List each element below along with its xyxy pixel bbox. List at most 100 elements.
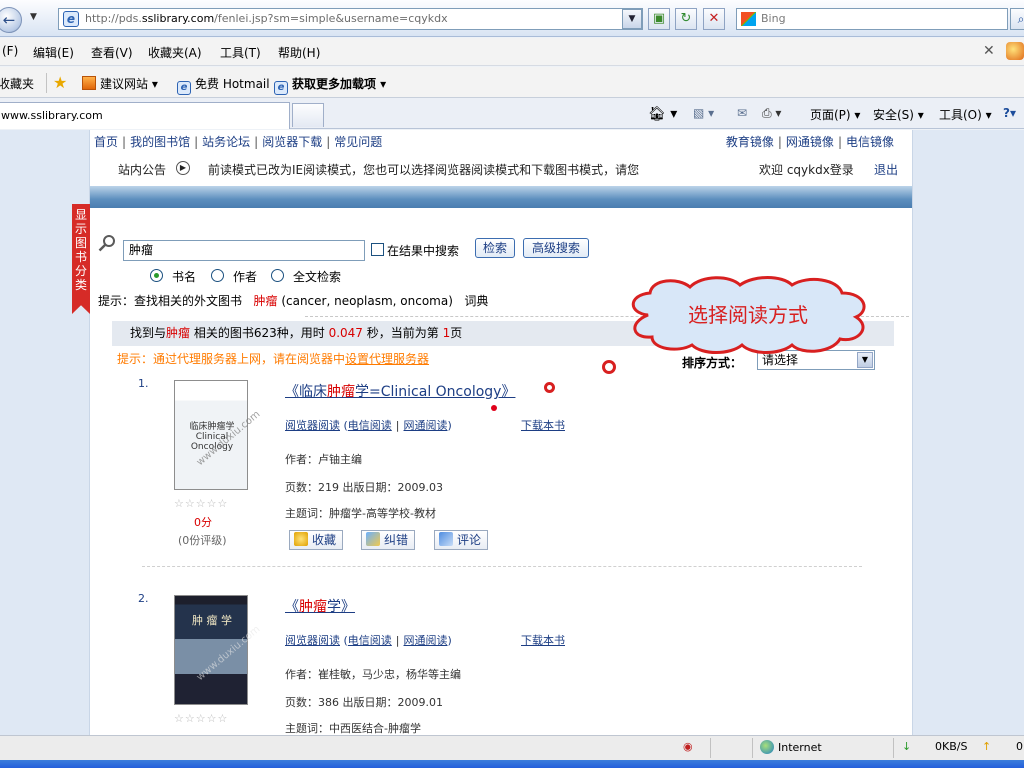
download-link[interactable]: 下载本书: [521, 632, 565, 648]
menu-tools[interactable]: 工具(T): [220, 44, 261, 61]
proxy-settings-link[interactable]: 设置代理服务器: [345, 352, 429, 366]
favorite-button[interactable]: 收藏: [289, 530, 344, 550]
tab-sslibrary[interactable]: www.sslibrary.com: [0, 102, 290, 129]
title-text: 学=Clinical Oncology》: [355, 384, 516, 400]
address-toolbar: ← ▼ e http://pds.sslibrary.com/fenlei.js…: [0, 0, 1024, 37]
favorite-suggested-label: 建议网站 ▾: [100, 77, 158, 91]
favorite-addons-label: 获取更多加载项 ▾: [292, 77, 387, 91]
read-viewer-link[interactable]: 阅览器阅读: [285, 634, 340, 647]
logout-link[interactable]: 退出: [874, 161, 898, 178]
compatibility-icon[interactable]: ▣: [648, 8, 670, 30]
nav-forum[interactable]: 站务论坛: [202, 135, 250, 149]
radio-author-label: 作者: [233, 270, 258, 284]
read-telecom-link[interactable]: 电信阅读: [348, 419, 392, 432]
search-button[interactable]: 检索: [475, 238, 515, 258]
menu-edit[interactable]: 编辑(E): [33, 44, 74, 61]
menu-help[interactable]: 帮助(H): [278, 44, 320, 61]
new-tab-button[interactable]: [292, 103, 324, 127]
toolbar-extension-icon[interactable]: [1006, 42, 1024, 60]
welcome-text: 欢迎 cqykdx登录: [759, 163, 854, 177]
book-cover[interactable]: 肿 瘤 学 www.duxiu.com: [174, 595, 262, 705]
keyword-input[interactable]: 肿瘤: [123, 240, 365, 261]
search-box[interactable]: Bing: [736, 8, 1008, 30]
mail-icon[interactable]: ✉: [737, 106, 747, 120]
comment-button[interactable]: 评论: [434, 530, 489, 550]
divider: [752, 738, 753, 758]
download-speed: 0KB/S: [935, 740, 968, 753]
result-number: 1.: [138, 377, 149, 390]
globe-icon: [760, 740, 774, 754]
back-button[interactable]: ←: [0, 7, 22, 33]
security-zone[interactable]: Internet: [760, 740, 822, 754]
menu-favorites[interactable]: 收藏夹(A): [148, 44, 202, 61]
radio-author[interactable]: [211, 269, 224, 282]
close-icon[interactable]: ✕: [983, 43, 995, 59]
nav-my-library[interactable]: 我的图书馆: [130, 135, 190, 149]
privacy-icon[interactable]: ◉: [683, 740, 693, 753]
play-arrow-icon[interactable]: ▶: [176, 161, 190, 175]
address-field[interactable]: e http://pds.sslibrary.com/fenlei.jsp?sm…: [58, 8, 643, 30]
tools-menu[interactable]: 工具(O) ▾: [939, 106, 992, 123]
menu-file[interactable]: (F): [2, 44, 18, 58]
menu-view[interactable]: 查看(V): [91, 44, 133, 61]
book-title-link[interactable]: 《肿瘤学》: [285, 596, 355, 616]
title-text: 《临床: [285, 384, 327, 400]
home-icon[interactable]: 🏠︎ ▾: [648, 106, 677, 122]
search-go-button[interactable]: ⌕: [1010, 8, 1024, 30]
page-menu[interactable]: 页面(P) ▾: [810, 106, 860, 123]
mirror-telecom[interactable]: 电信镜像: [846, 135, 894, 149]
read-links: 阅览器阅读 (电信阅读 | 网通阅读) 下载本书: [285, 634, 565, 647]
search-within-checkbox[interactable]: [371, 243, 384, 256]
feeds-icon[interactable]: ▧ ▾: [693, 106, 714, 120]
book-cover[interactable]: 临床肿瘤学 Clinical Oncology www.duxiu.com: [174, 380, 262, 490]
favorites-label[interactable]: 收藏夹: [0, 75, 34, 92]
divider: [893, 738, 894, 758]
read-netcom-link[interactable]: 网通阅读: [404, 634, 448, 647]
address-dropdown-button[interactable]: ▼: [622, 9, 642, 29]
dictionary-link[interactable]: 词典: [464, 294, 488, 308]
history-dropdown[interactable]: ▼: [30, 12, 37, 22]
callout-annotation: 选择阅读方式: [618, 275, 878, 355]
help-icon[interactable]: ?▾: [1003, 106, 1016, 120]
radio-title[interactable]: [150, 269, 163, 282]
summary-term: 肿瘤: [166, 326, 191, 340]
favorite-hotmail[interactable]: e 免费 Hotmail: [177, 75, 270, 95]
mirror-netcom[interactable]: 网通镜像: [786, 135, 834, 149]
favorite-suggested-sites[interactable]: 建议网站 ▾: [82, 75, 158, 92]
nav-home[interactable]: 首页: [94, 135, 118, 149]
hint-term-link[interactable]: 肿瘤: [253, 294, 277, 308]
read-netcom-link[interactable]: 网通阅读: [404, 419, 448, 432]
pointer-dot: [491, 405, 497, 411]
book-title-link[interactable]: 《临床肿瘤学=Clinical Oncology》: [285, 381, 515, 401]
summary-text: 找到与: [130, 326, 167, 340]
report-error-button[interactable]: 纠错: [361, 530, 416, 550]
callout-text: 选择阅读方式: [688, 303, 808, 327]
print-icon[interactable]: ⎙ ▾: [762, 106, 781, 121]
category-side-tab[interactable]: 显示图书分类: [72, 204, 90, 314]
page-viewport: 首页 | 我的图书馆 | 站务论坛 | 阅览器下载 | 常见问题 教育镜像 | 网通镜像 | 电信镜像 …: [0, 130, 1024, 735]
zone-label: Internet: [778, 741, 822, 754]
summary-time: 0.047: [328, 326, 363, 340]
download-link[interactable]: 下载本书: [521, 417, 565, 433]
radio-fulltext[interactable]: [271, 269, 284, 282]
read-viewer-link[interactable]: 阅览器阅读: [285, 419, 340, 432]
read-telecom-link[interactable]: 电信阅读: [348, 634, 392, 647]
divider: [46, 73, 47, 93]
add-favorite-star-icon[interactable]: ★: [53, 73, 67, 92]
mirror-education[interactable]: 教育镜像: [726, 135, 774, 149]
nav-faq[interactable]: 常见问题: [334, 135, 382, 149]
magnifier-icon: [98, 235, 115, 252]
rating-stars[interactable]: ☆☆☆☆☆: [174, 712, 228, 725]
favorite-addons[interactable]: e 获取更多加载项 ▾: [274, 75, 386, 95]
nav-reader-download[interactable]: 阅览器下载: [262, 135, 322, 149]
advanced-search-button[interactable]: 高级搜索: [523, 238, 589, 258]
radio-title-label: 书名: [172, 270, 197, 284]
safety-menu[interactable]: 安全(S) ▾: [873, 106, 924, 123]
cover-title: 肿 瘤 学: [192, 614, 232, 627]
favorites-bar: 收藏夹 ★ 建议网站 ▾ e 免费 Hotmail e 获取更多加载项 ▾: [0, 67, 1024, 98]
notice-label: 站内公告: [118, 163, 167, 177]
rating-stars[interactable]: ☆☆☆☆☆: [174, 497, 228, 510]
rating-score: 0分: [194, 516, 212, 529]
stop-icon[interactable]: ✕: [703, 8, 725, 30]
refresh-icon[interactable]: ↻: [675, 8, 697, 30]
